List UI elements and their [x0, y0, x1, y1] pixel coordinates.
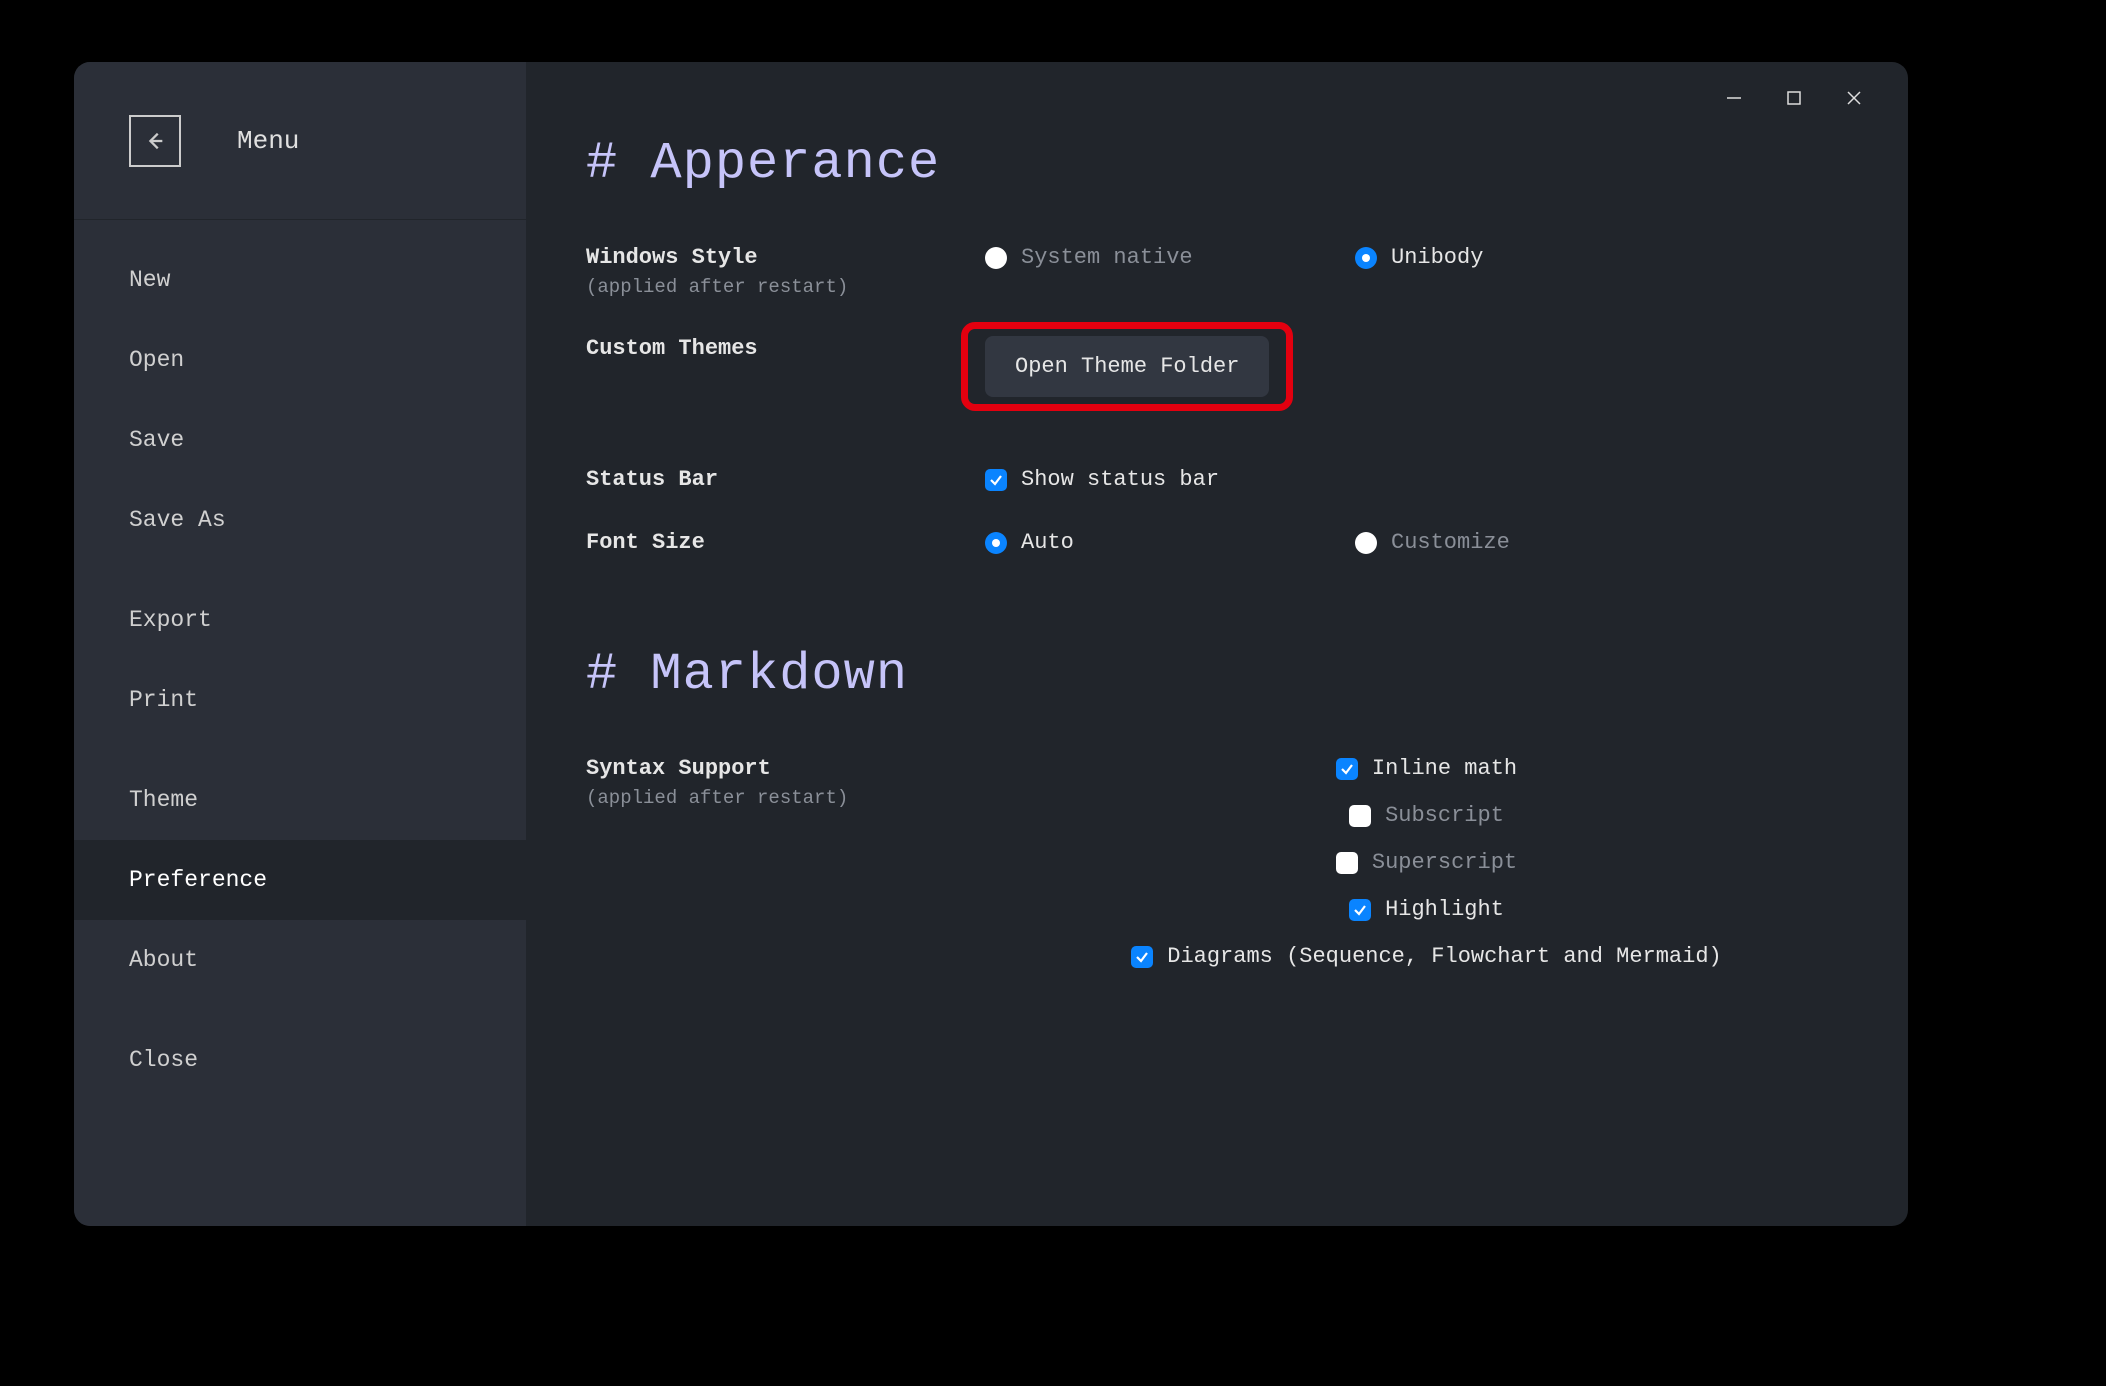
setting-hint: (applied after restart) — [586, 787, 985, 809]
radio-label: System native — [1021, 245, 1193, 270]
sidebar-item-export[interactable]: Export — [74, 580, 526, 660]
radio-icon — [1355, 532, 1377, 554]
section-title-markdown: # Markdown — [586, 645, 1868, 704]
maximize-icon — [1785, 89, 1803, 107]
radio-icon — [985, 247, 1007, 269]
sidebar-item-save-as[interactable]: Save As — [74, 480, 526, 560]
arrow-left-icon — [144, 130, 166, 152]
back-button[interactable] — [129, 115, 181, 167]
minimize-icon — [1725, 89, 1743, 107]
radio-label: Auto — [1021, 530, 1074, 555]
sidebar-item-label: Preference — [129, 867, 267, 893]
checkbox-status-bar[interactable] — [985, 469, 1007, 491]
sidebar: Menu New Open Save Save As Export Print … — [74, 62, 526, 1226]
checkbox-superscript[interactable] — [1336, 852, 1358, 874]
sidebar-item-save[interactable]: Save — [74, 400, 526, 480]
setting-label: Status Bar — [586, 467, 985, 492]
open-theme-folder-button[interactable]: Open Theme Folder — [985, 336, 1269, 397]
sidebar-item-label: Export — [129, 607, 212, 633]
sidebar-item-theme[interactable]: Theme — [74, 760, 526, 840]
sidebar-item-about[interactable]: About — [74, 920, 526, 1000]
radio-label: Unibody — [1391, 245, 1483, 270]
sidebar-item-label: Theme — [129, 787, 198, 813]
radio-font-auto[interactable]: Auto — [985, 530, 1355, 555]
checkbox-diagrams[interactable] — [1131, 946, 1153, 968]
sidebar-item-label: About — [129, 947, 198, 973]
radio-icon — [1355, 247, 1377, 269]
sidebar-item-label: Open — [129, 347, 184, 373]
sidebar-item-label: Print — [129, 687, 198, 713]
radio-unibody[interactable]: Unibody — [1355, 245, 1483, 270]
setting-syntax-support: Syntax Support (applied after restart) I… — [586, 756, 1868, 991]
check-icon — [989, 473, 1003, 487]
sidebar-item-print[interactable]: Print — [74, 660, 526, 740]
check-icon — [1135, 950, 1149, 964]
sidebar-item-new[interactable]: New — [74, 240, 526, 320]
content-area: # Apperance Windows Style (applied after… — [526, 62, 1908, 1226]
checkbox-label: Show status bar — [1021, 467, 1219, 492]
window-controls — [1704, 78, 1884, 118]
sidebar-item-label: Close — [129, 1047, 198, 1073]
checkbox-inline-math[interactable] — [1336, 758, 1358, 780]
app-window: Menu New Open Save Save As Export Print … — [74, 62, 1908, 1226]
checkbox-label: Highlight — [1385, 897, 1504, 922]
setting-label: Custom Themes — [586, 336, 985, 361]
check-icon — [1340, 762, 1354, 776]
checkbox-label: Diagrams (Sequence, Flowchart and Mermai… — [1167, 944, 1722, 969]
minimize-button[interactable] — [1704, 78, 1764, 118]
checkbox-label: Inline math — [1372, 756, 1517, 781]
sidebar-title: Menu — [237, 126, 299, 156]
setting-font-size: Font Size Auto Customize — [586, 530, 1868, 555]
close-button[interactable] — [1824, 78, 1884, 118]
sidebar-item-open[interactable]: Open — [74, 320, 526, 400]
setting-label: Syntax Support — [586, 756, 985, 781]
checkbox-subscript[interactable] — [1349, 805, 1371, 827]
setting-status-bar: Status Bar Show status bar — [586, 467, 1868, 492]
maximize-button[interactable] — [1764, 78, 1824, 118]
sidebar-list: New Open Save Save As Export Print Theme… — [74, 220, 526, 1100]
checkbox-label: Superscript — [1372, 850, 1517, 875]
checkbox-highlight[interactable] — [1349, 899, 1371, 921]
setting-windows-style: Windows Style (applied after restart) Sy… — [586, 245, 1868, 298]
setting-label: Font Size — [586, 530, 985, 555]
sidebar-item-label: New — [129, 267, 170, 293]
sidebar-item-preference[interactable]: Preference — [74, 840, 526, 920]
radio-label: Customize — [1391, 530, 1510, 555]
sidebar-item-label: Save — [129, 427, 184, 453]
sidebar-item-label: Save As — [129, 507, 226, 533]
section-title-appearance: # Apperance — [586, 134, 1868, 193]
sidebar-header: Menu — [74, 62, 526, 220]
setting-hint: (applied after restart) — [586, 276, 985, 298]
radio-font-customize[interactable]: Customize — [1355, 530, 1510, 555]
radio-system-native[interactable]: System native — [985, 245, 1355, 270]
setting-custom-themes: Custom Themes Open Theme Folder — [586, 336, 1868, 397]
setting-label: Windows Style — [586, 245, 985, 270]
checkbox-label: Subscript — [1385, 803, 1504, 828]
sidebar-item-close[interactable]: Close — [74, 1020, 526, 1100]
radio-icon — [985, 532, 1007, 554]
close-icon — [1845, 89, 1863, 107]
check-icon — [1353, 903, 1367, 917]
